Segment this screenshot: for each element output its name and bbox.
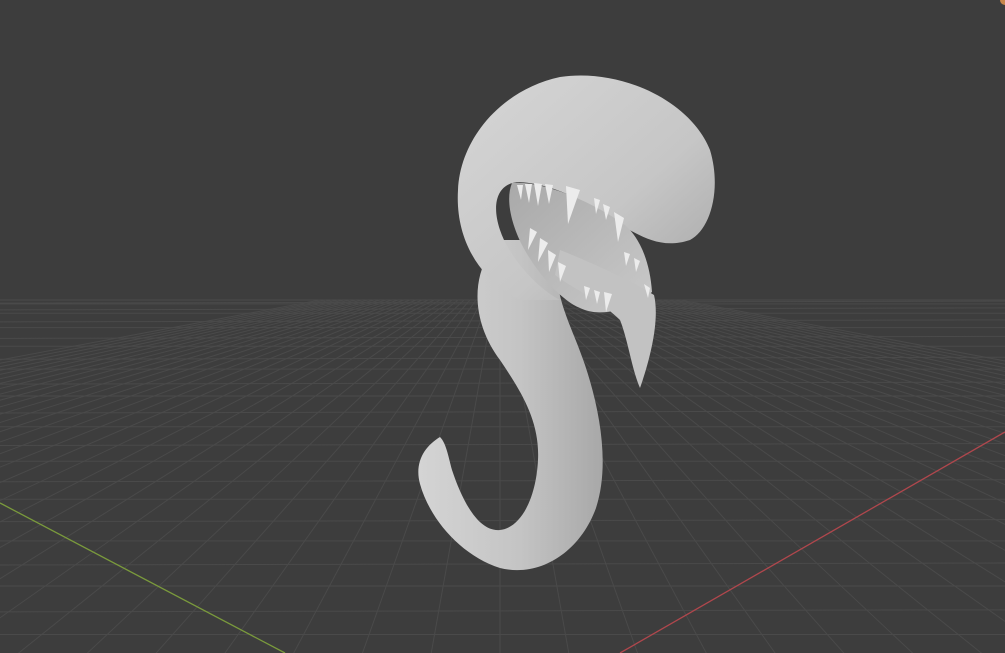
grid-line <box>559 299 1005 551</box>
grid-line <box>86 299 465 653</box>
grid-line <box>679 299 1005 362</box>
grid-line <box>595 299 1005 445</box>
grid-line <box>655 299 1005 377</box>
grid-line <box>17 299 459 653</box>
grid-line <box>0 299 399 433</box>
grid-line <box>589 299 1005 457</box>
grid-line <box>0 299 411 455</box>
grid-line <box>0 299 393 424</box>
grid-line <box>553 299 1005 583</box>
grid-line <box>0 479 1005 483</box>
x-axis-line <box>619 431 1005 653</box>
grid-line <box>637 299 1005 391</box>
grid-line <box>0 299 333 368</box>
grid-line <box>0 410 1005 414</box>
grid-line <box>0 299 435 523</box>
grid-line <box>541 299 983 653</box>
grid-line <box>0 609 1005 613</box>
3d-viewport[interactable] <box>0 0 1005 653</box>
viewport-canvas[interactable] <box>0 0 1005 653</box>
grid-line <box>0 299 429 502</box>
grid-line <box>0 299 381 408</box>
grid-line <box>0 299 375 401</box>
y-axis-line <box>0 502 286 653</box>
grid-line <box>0 299 423 484</box>
grid-line <box>0 519 1005 523</box>
grid-line <box>0 299 405 443</box>
grid-line <box>649 299 1005 381</box>
